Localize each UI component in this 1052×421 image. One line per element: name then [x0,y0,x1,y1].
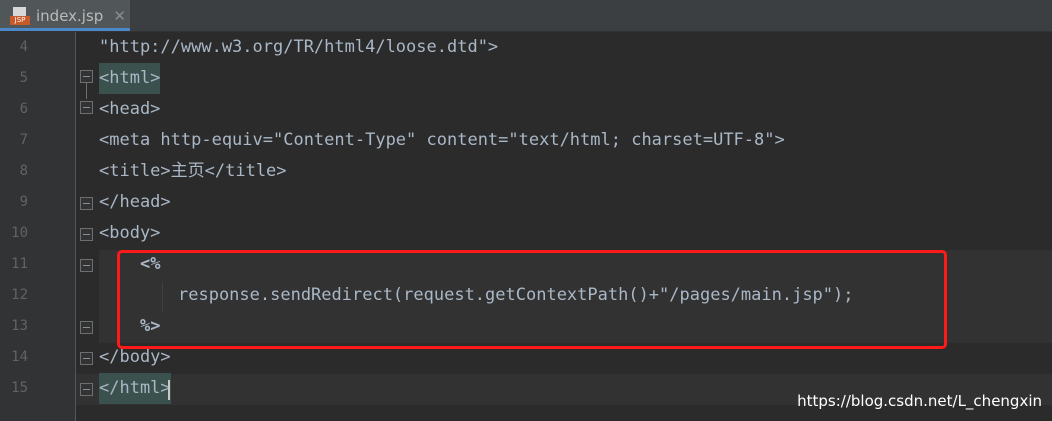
code-text: </html> [99,373,171,404]
code-text: <title>主页</title> [99,161,287,181]
code-line[interactable]: 4 "http://www.w3.org/TR/html4/loose.dtd"… [0,32,1052,63]
line-number: 9 [19,194,28,210]
line-number: 7 [19,132,28,148]
line-number: 14 [11,349,28,365]
code-line[interactable]: 7 <meta http-equiv="Content-Type" conten… [0,125,1052,156]
code-line[interactable]: 6 <head> [0,94,1052,125]
code-text: "http://www.w3.org/TR/html4/loose.dtd"> [99,37,499,57]
code-text: <head> [99,99,161,119]
line-number: 5 [19,70,28,86]
code-line[interactable]: 9 </head> [0,187,1052,218]
text-caret [168,380,170,400]
code-text: </head> [99,192,171,212]
highlight-annotation-box [117,250,947,349]
line-number: 6 [19,101,28,117]
tab-title: index.jsp [36,6,104,25]
code-text: <body> [99,223,161,243]
code-line[interactable]: 5 <html> [0,63,1052,94]
watermark: https://blog.csdn.net/L_chengxin [797,392,1042,410]
line-number: 10 [11,225,28,241]
line-number: 11 [11,256,28,272]
line-number: 13 [11,318,28,334]
jsp-file-icon-label: JSP [10,15,30,25]
line-number: 15 [11,380,28,396]
close-icon[interactable]: ✕ [113,7,126,25]
tab-index-jsp[interactable]: JSP index.jsp ✕ [0,0,130,31]
editor-tab-bar: JSP index.jsp ✕ [0,0,1052,32]
code-line[interactable]: 8 <title>主页</title> [0,156,1052,187]
code-text: <html> [99,63,161,94]
line-number: 4 [19,39,28,55]
code-line[interactable]: 10 <body> [0,218,1052,249]
jsp-file-icon: JSP [10,6,30,25]
line-number: 8 [19,163,28,179]
line-number: 12 [11,287,28,303]
code-text: <meta http-equiv="Content-Type" content=… [99,130,785,150]
